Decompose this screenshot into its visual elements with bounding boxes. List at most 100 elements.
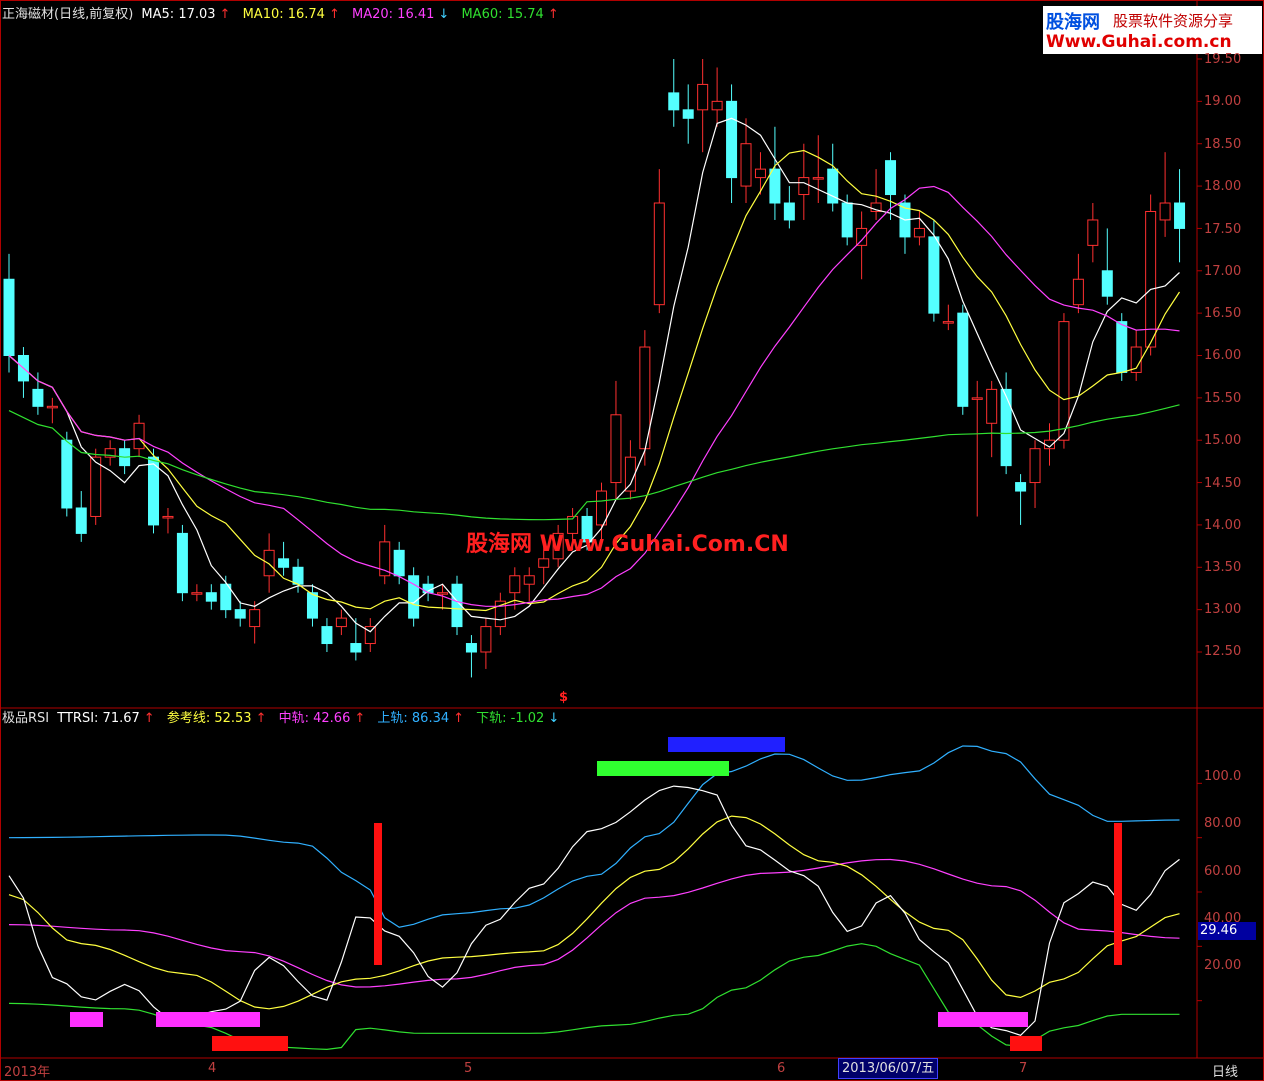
ma20-value: MA20: 16.41 ↓	[352, 7, 450, 22]
price-tick: 12.50	[1204, 644, 1242, 659]
x-label-may: 5	[464, 1061, 473, 1076]
price-tick: 15.00	[1204, 433, 1242, 448]
candle-body	[350, 643, 362, 653]
price-tick: 13.50	[1204, 560, 1242, 575]
price-tick: 18.50	[1204, 137, 1242, 152]
rsi-upper-band	[8, 745, 1180, 928]
stock-chart-window: 正海磁材(日线,前复权) MA5: 17.03 ↑ MA10: 16.74 ↑ MA…	[0, 0, 1264, 1081]
candle-body	[538, 558, 550, 568]
rsi-lower-band	[8, 943, 1180, 1051]
price-tick: 16.00	[1204, 348, 1242, 363]
rsi-current-value: 29.46	[1198, 922, 1256, 940]
candle-body	[957, 312, 969, 407]
candle-body	[682, 109, 694, 119]
candle-body	[913, 227, 925, 238]
candle-body	[841, 202, 853, 238]
signal-bar-blue	[668, 737, 785, 752]
candle-body	[234, 609, 246, 619]
signal-marker: $	[559, 690, 569, 705]
candle-body	[249, 609, 261, 628]
candle-body	[480, 626, 492, 653]
candle-body	[986, 388, 998, 424]
rsi-tick: 60.00	[1204, 864, 1242, 879]
candle-body	[798, 177, 810, 196]
price-tick: 19.00	[1204, 94, 1242, 109]
rsi-tick: 80.00	[1204, 816, 1242, 831]
candle-body	[624, 456, 636, 492]
rsi-mid-line	[8, 858, 1180, 988]
candle-body	[509, 575, 521, 594]
candle-body	[1087, 219, 1099, 246]
signal-vertical-red	[1114, 823, 1122, 965]
ttrsi-value: TTRSI: 71.67 ↑	[57, 711, 155, 726]
x-label-july: 7	[1019, 1061, 1028, 1076]
candle-body	[75, 507, 87, 534]
price-tick: 17.50	[1204, 222, 1242, 237]
candle-body	[1174, 202, 1186, 229]
candle-body	[1159, 202, 1171, 221]
candle-body	[596, 490, 607, 526]
candle-body	[812, 177, 824, 180]
price-tick: 16.50	[1204, 306, 1242, 321]
stock-title: 正海磁材(日线,前复权)	[2, 7, 134, 22]
logo-url: Www.Guhai.com.cn	[1046, 32, 1232, 52]
candle-body	[191, 592, 203, 595]
candle-body	[162, 515, 174, 519]
price-tick: 14.50	[1204, 476, 1242, 491]
candle-body	[393, 549, 405, 577]
candle-body	[1145, 210, 1157, 348]
period-label[interactable]: 日线	[1212, 1061, 1238, 1080]
candle-body	[1015, 482, 1027, 492]
lower-value: 下轨: -1.02 ↓	[476, 711, 560, 726]
candle-body	[885, 160, 897, 196]
candle-body	[523, 575, 535, 585]
candle-body	[1116, 321, 1128, 373]
candle-body	[1029, 448, 1041, 484]
candle-body	[726, 100, 738, 179]
ma60-value: MA60: 15.74 ↑	[461, 7, 559, 22]
cursor-date: 2013/06/07/五	[838, 1058, 939, 1079]
candle-body	[3, 278, 15, 356]
ma10-value: MA10: 16.74 ↑	[242, 7, 340, 22]
rsi-panel-header: 极品RSI TTRSI: 71.67 ↑ 参考线: 52.53 ↑ 中轨: 42.6…	[2, 710, 567, 728]
price-tick: 15.50	[1204, 391, 1242, 406]
candle-body	[465, 643, 477, 653]
candle-body	[278, 558, 290, 568]
candle-body	[292, 566, 304, 585]
candle-body	[1072, 278, 1084, 306]
x-label-april: 4	[208, 1061, 217, 1076]
candle-body	[610, 414, 622, 484]
signal-bar-red	[212, 1036, 288, 1051]
candle-body	[321, 626, 333, 645]
price-tick: 14.00	[1204, 518, 1242, 533]
candle-body	[711, 100, 723, 111]
x-label-june: 6	[777, 1061, 786, 1076]
mid-value: 中轨: 42.66 ↑	[278, 711, 366, 726]
candle-body	[653, 202, 665, 306]
candle-body	[754, 168, 766, 179]
rsi-title: 极品RSI	[2, 711, 50, 726]
candle-body	[783, 202, 795, 221]
rsi-ref-line	[8, 815, 1180, 1010]
candle-body	[1101, 270, 1113, 297]
signal-bar-magenta	[156, 1012, 260, 1027]
price-tick: 17.00	[1204, 264, 1242, 279]
candle-body	[769, 168, 781, 204]
candle-body	[971, 397, 983, 400]
upper-value: 上轨: 86.34 ↑	[377, 711, 465, 726]
logo-brand: 股海网	[1046, 12, 1100, 33]
candle-body	[263, 549, 275, 577]
candle-body	[1058, 321, 1070, 441]
price-panel-header: 正海磁材(日线,前复权) MA5: 17.03 ↑ MA10: 16.74 ↑ MA…	[2, 6, 567, 24]
price-tick: 18.00	[1204, 179, 1242, 194]
rsi-tick: 100.0	[1204, 769, 1242, 784]
rsi-tick: 20.00	[1204, 958, 1242, 973]
candle-body	[133, 422, 145, 450]
candle-body	[437, 592, 449, 595]
price-tick: 13.00	[1204, 602, 1242, 617]
candle-body	[928, 236, 940, 314]
site-logo: 股海网 股票软件资源分享 Www.Guhai.com.cn	[1043, 6, 1262, 54]
candle-body	[205, 592, 217, 602]
candle-body	[306, 592, 318, 619]
candle-body	[740, 143, 752, 187]
